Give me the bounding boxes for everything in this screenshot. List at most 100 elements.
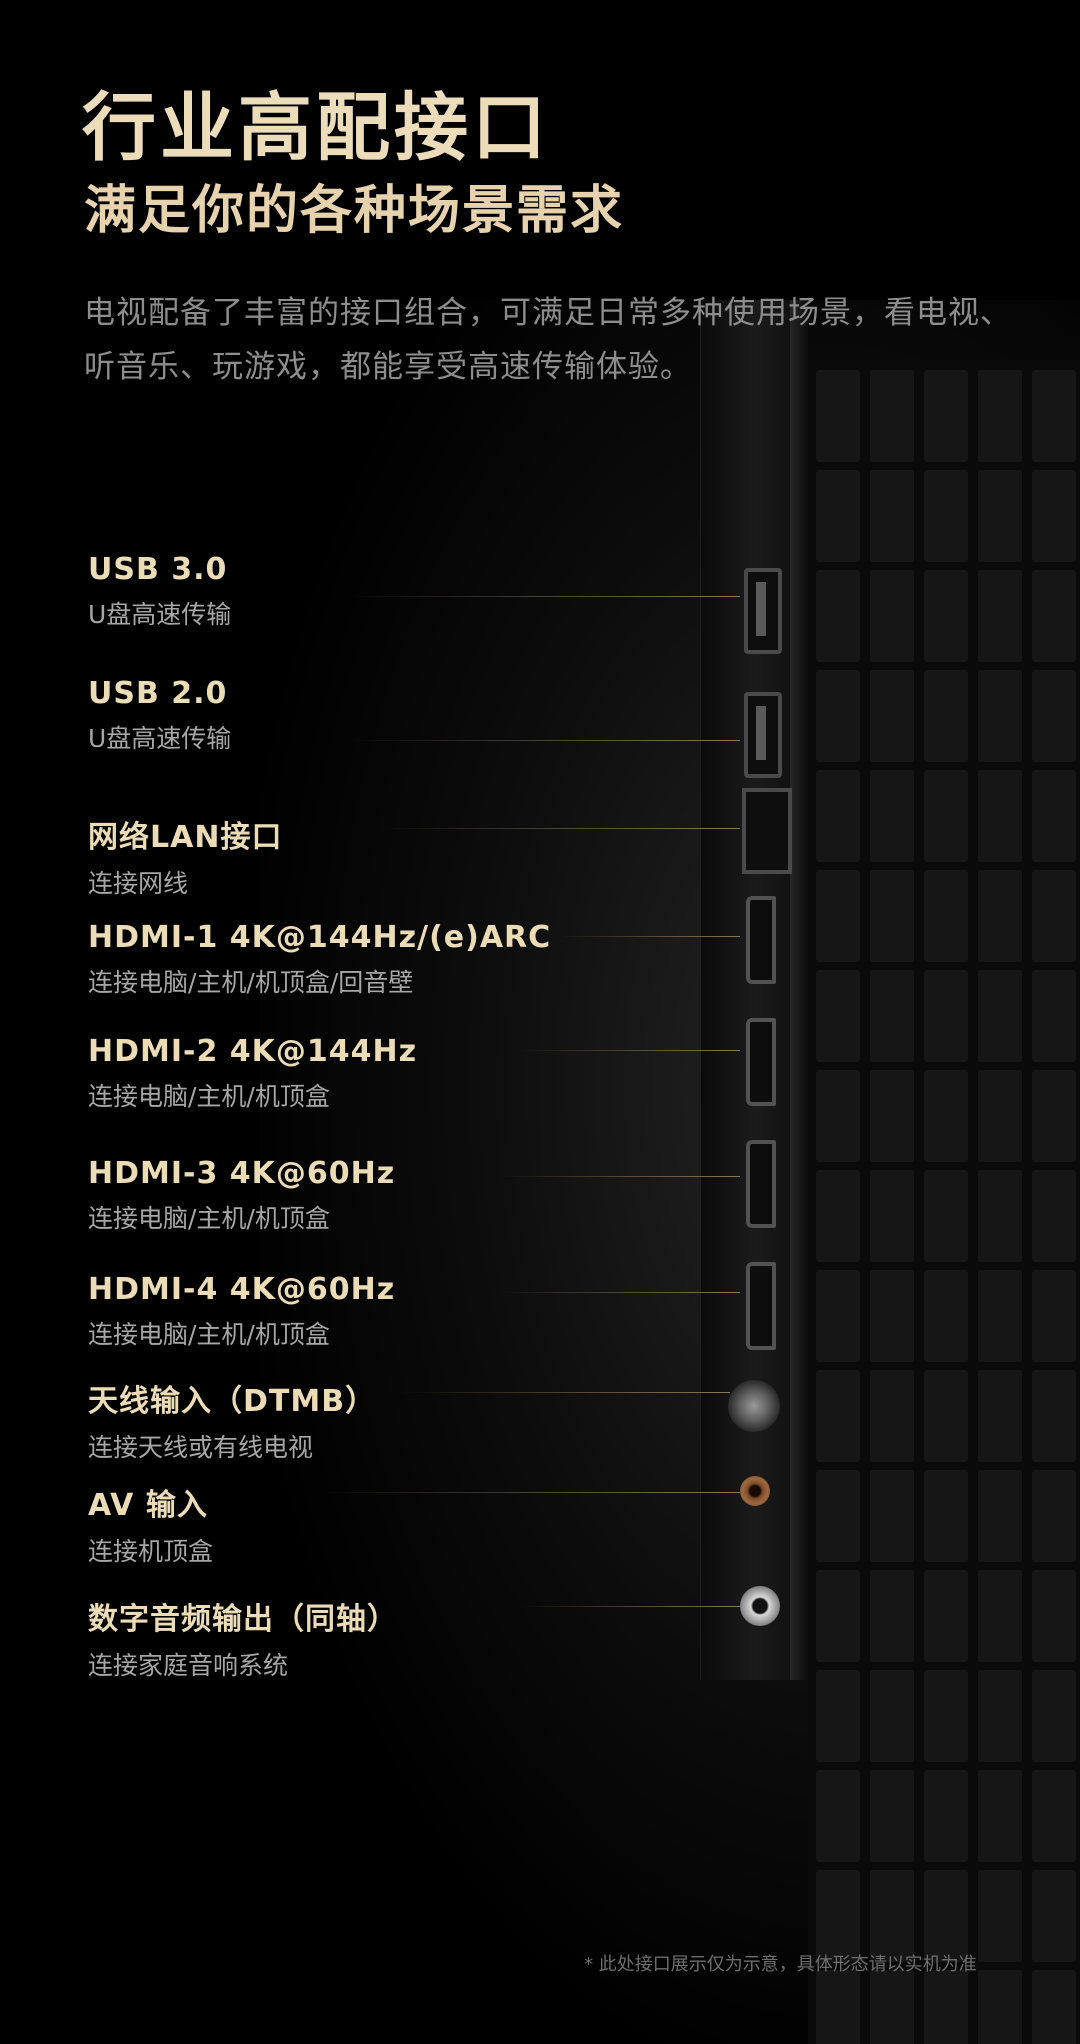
port-label-hdmi2: HDMI-2 4K@144Hz 连接电脑/主机/机顶盒 bbox=[88, 1034, 417, 1113]
grille-cell bbox=[870, 1970, 914, 2044]
grille-cell bbox=[924, 870, 968, 962]
grille-cell bbox=[870, 1570, 914, 1662]
grille-cell bbox=[978, 570, 1022, 662]
grille-cell bbox=[924, 970, 968, 1062]
grille-cell bbox=[816, 1970, 860, 2044]
grille-cell bbox=[978, 870, 1022, 962]
grille-cell bbox=[978, 1170, 1022, 1262]
grille-cell bbox=[1032, 470, 1076, 562]
grille-cell bbox=[816, 1370, 860, 1462]
port-label-hdmi4: HDMI-4 4K@60Hz 连接电脑/主机/机顶盒 bbox=[88, 1272, 395, 1351]
grille-cell bbox=[978, 1870, 1022, 1962]
grille-cell bbox=[978, 470, 1022, 562]
grille-cell bbox=[924, 570, 968, 662]
grille-cell bbox=[924, 1170, 968, 1262]
grille-cell bbox=[1032, 1170, 1076, 1262]
grille-cell bbox=[1032, 570, 1076, 662]
port-desc: 连接电脑/主机/机顶盒/回音壁 bbox=[88, 968, 414, 997]
port-desc: 连接电脑/主机/机顶盒 bbox=[88, 1204, 330, 1233]
grille-cell bbox=[978, 1970, 1022, 2044]
grille-cell bbox=[978, 1670, 1022, 1762]
grille-cell bbox=[1032, 370, 1076, 462]
usb3-port-icon bbox=[744, 568, 782, 654]
port-name: 网络LAN接口 bbox=[88, 820, 283, 855]
grille-cell bbox=[1032, 1270, 1076, 1362]
port-name: USB 3.0 bbox=[88, 552, 228, 587]
grille-cell bbox=[816, 770, 860, 862]
grille-cell bbox=[924, 670, 968, 762]
grille-cell bbox=[1032, 1670, 1076, 1762]
callout-line bbox=[520, 1050, 740, 1051]
grille-cell bbox=[816, 1870, 860, 1962]
port-label-antenna: 天线输入（DTMB） 连接天线或有线电视 bbox=[88, 1376, 376, 1464]
grille-cell bbox=[924, 1770, 968, 1862]
footnote: * 此处接口展示仅为示意，具体形态请以实机为准 bbox=[584, 1954, 977, 1975]
grille-cell bbox=[924, 770, 968, 862]
port-desc: 连接网线 bbox=[88, 869, 189, 898]
tv-port-panel bbox=[700, 300, 791, 1680]
hdmi3-port-icon bbox=[746, 1140, 776, 1228]
grille-cell bbox=[870, 670, 914, 762]
callout-line bbox=[380, 828, 740, 829]
grille-cell bbox=[816, 470, 860, 562]
grille-cell bbox=[870, 1270, 914, 1362]
port-name: HDMI-2 4K@144Hz bbox=[88, 1034, 418, 1069]
grille-cell bbox=[870, 1670, 914, 1762]
grille-cell bbox=[978, 1370, 1022, 1462]
page-subtitle: 满足你的各种场景需求 bbox=[84, 181, 625, 241]
grille-cell bbox=[816, 970, 860, 1062]
grille-cell bbox=[978, 1570, 1022, 1662]
tv-panel-edge bbox=[790, 300, 808, 1680]
coaxial-audio-port-icon bbox=[740, 1586, 780, 1626]
grille-cell bbox=[816, 1670, 860, 1762]
grille-cell bbox=[1032, 1970, 1076, 2044]
grille-cell bbox=[870, 770, 914, 862]
grille-cell bbox=[870, 470, 914, 562]
grille-cell bbox=[870, 1170, 914, 1262]
grille-cell bbox=[870, 1470, 914, 1562]
grille-cell bbox=[924, 1270, 968, 1362]
grille-cell bbox=[1032, 870, 1076, 962]
grille-cell bbox=[816, 1470, 860, 1562]
grille-cell bbox=[816, 570, 860, 662]
port-desc: U盘高速传输 bbox=[88, 724, 232, 753]
grille-cell bbox=[1032, 1870, 1076, 1962]
page-description: 电视配备了丰富的接口组合，可满足日常多种使用场景，看电视、听音乐、玩游戏，都能享… bbox=[84, 295, 1012, 385]
grille-cell bbox=[978, 1470, 1022, 1562]
port-name: 数字音频输出（同轴） bbox=[88, 1602, 398, 1637]
port-label-lan: 网络LAN接口 连接网线 bbox=[88, 812, 282, 900]
grille-cell bbox=[870, 1770, 914, 1862]
port-desc: 连接机顶盒 bbox=[88, 1537, 214, 1566]
grille-cell bbox=[816, 1270, 860, 1362]
grille-cell bbox=[816, 670, 860, 762]
port-name: AV 输入 bbox=[88, 1488, 208, 1523]
grille-cell bbox=[924, 1970, 968, 2044]
port-label-usb2: USB 2.0 U盘高速传输 bbox=[88, 676, 231, 755]
grille-cell bbox=[978, 1770, 1022, 1862]
port-label-hdmi3: HDMI-3 4K@60Hz 连接电脑/主机/机顶盒 bbox=[88, 1156, 395, 1235]
port-name: HDMI-3 4K@60Hz bbox=[88, 1156, 396, 1191]
grille-cell bbox=[924, 1570, 968, 1662]
grille-cell bbox=[924, 1070, 968, 1162]
grille-cell bbox=[978, 670, 1022, 762]
callout-line bbox=[520, 1606, 740, 1607]
grille-cell bbox=[978, 970, 1022, 1062]
grille-cell bbox=[1032, 670, 1076, 762]
callout-line bbox=[350, 596, 740, 597]
page-title: 行业高配接口 bbox=[82, 85, 550, 171]
hdmi4-port-icon bbox=[746, 1262, 776, 1350]
callout-line bbox=[560, 936, 740, 937]
grille-cell bbox=[1032, 1370, 1076, 1462]
grille-cell bbox=[870, 570, 914, 662]
port-name: USB 2.0 bbox=[88, 676, 228, 711]
port-label-coaxial-audio: 数字音频输出（同轴） 连接家庭音响系统 bbox=[88, 1594, 398, 1682]
grille-cell bbox=[870, 1870, 914, 1962]
callout-line bbox=[400, 1392, 730, 1393]
grille-cell bbox=[1032, 1470, 1076, 1562]
grille-cell bbox=[924, 1370, 968, 1462]
callout-line bbox=[350, 740, 740, 741]
port-label-av: AV 输入 连接机顶盒 bbox=[88, 1480, 213, 1568]
grille-cell bbox=[870, 1070, 914, 1162]
grille-cell bbox=[816, 870, 860, 962]
hdmi2-port-icon bbox=[746, 1018, 776, 1106]
